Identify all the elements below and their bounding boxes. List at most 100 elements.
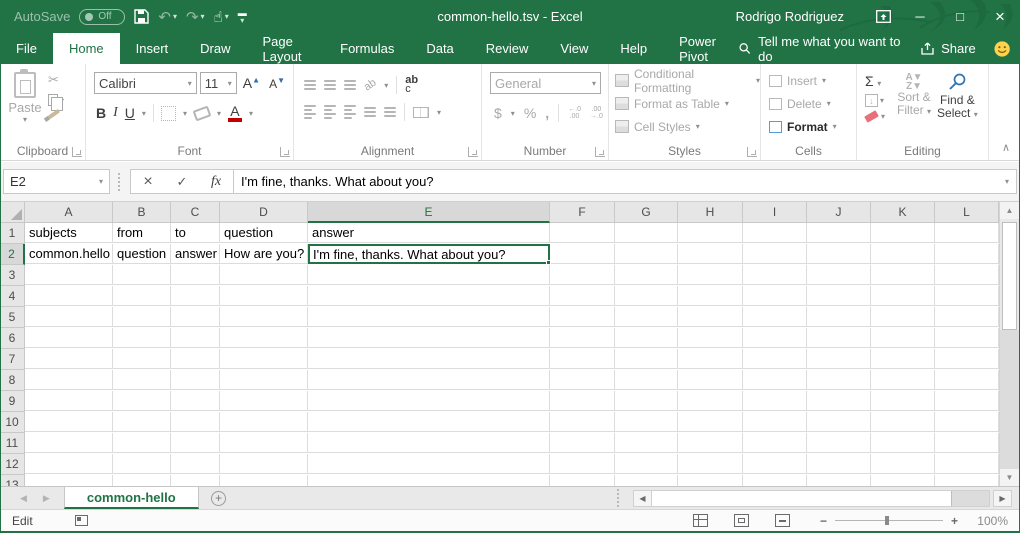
vertical-scroll-thumb[interactable] <box>1002 222 1017 330</box>
cell-E4[interactable] <box>308 286 550 306</box>
cell-L13[interactable] <box>935 475 999 486</box>
cell-H1[interactable] <box>678 223 743 243</box>
cell-H12[interactable] <box>678 454 743 474</box>
cell-F11[interactable] <box>550 433 615 453</box>
cell-K12[interactable] <box>871 454 935 474</box>
cell-F2[interactable] <box>550 244 615 264</box>
cell-L4[interactable] <box>935 286 999 306</box>
row-header-9[interactable]: 9 <box>0 391 25 412</box>
cell-L12[interactable] <box>935 454 999 474</box>
horizontal-scrollbar[interactable]: ◀ ▶ <box>633 487 1020 509</box>
fill-button[interactable]: ↓▾ <box>865 94 891 107</box>
column-header-K[interactable]: K <box>871 202 935 223</box>
cell-I12[interactable] <box>743 454 807 474</box>
clipboard-dialog-launcher[interactable] <box>72 147 82 157</box>
cell-I7[interactable] <box>743 349 807 369</box>
zoom-slider-thumb[interactable] <box>885 516 889 525</box>
cell-K13[interactable] <box>871 475 935 486</box>
format-as-table-button[interactable]: Format as Table▾ <box>615 92 760 115</box>
cell-L9[interactable] <box>935 391 999 411</box>
cell-E1[interactable]: answer <box>308 223 550 243</box>
decrease-decimal-button[interactable]: .00→.0 <box>590 106 603 120</box>
accounting-format-button[interactable]: $ <box>494 105 502 121</box>
tabstrip-splitter[interactable] <box>617 489 621 507</box>
underline-caret-icon[interactable]: ▾ <box>142 109 146 118</box>
cell-B6[interactable] <box>113 328 171 348</box>
cell-styles-button[interactable]: Cell Styles▾ <box>615 115 760 138</box>
tab-home[interactable]: Home <box>53 33 120 64</box>
cell-A10[interactable] <box>25 412 113 432</box>
page-break-view-icon[interactable] <box>775 514 790 527</box>
cell-F12[interactable] <box>550 454 615 474</box>
cell-L3[interactable] <box>935 265 999 285</box>
tab-data[interactable]: Data <box>410 33 469 64</box>
cell-D10[interactable] <box>220 412 308 432</box>
collapse-ribbon-button[interactable]: ∧ <box>1002 141 1010 154</box>
alignment-dialog-launcher[interactable] <box>468 147 478 157</box>
cell-G8[interactable] <box>615 370 678 390</box>
cell-E2[interactable]: I'm fine, thanks. What about you? <box>308 244 550 264</box>
hscroll-right-icon[interactable]: ▶ <box>993 490 1012 507</box>
row-header-12[interactable]: 12 <box>0 454 25 475</box>
sheet-tab-common-hello[interactable]: common-hello <box>64 487 199 509</box>
cell-G11[interactable] <box>615 433 678 453</box>
cell-C12[interactable] <box>171 454 220 474</box>
cell-F6[interactable] <box>550 328 615 348</box>
tab-page-layout[interactable]: Page Layout <box>247 33 325 64</box>
column-header-C[interactable]: C <box>171 202 220 223</box>
number-format-combo[interactable]: General▾ <box>490 72 601 94</box>
row-header-13[interactable]: 13 <box>0 475 25 486</box>
paste-button[interactable]: Paste ▾ <box>6 72 44 124</box>
cell-I9[interactable] <box>743 391 807 411</box>
autosum-button[interactable]: Σ ▾ <box>865 73 891 89</box>
cell-C5[interactable] <box>171 307 220 327</box>
bottom-align-button[interactable] <box>344 80 356 90</box>
cell-H8[interactable] <box>678 370 743 390</box>
cell-A8[interactable] <box>25 370 113 390</box>
cell-K9[interactable] <box>871 391 935 411</box>
column-header-B[interactable]: B <box>113 202 171 223</box>
cell-L1[interactable] <box>935 223 999 243</box>
font-color-caret-icon[interactable]: ▾ <box>249 109 253 118</box>
cell-A4[interactable] <box>25 286 113 306</box>
cell-G2[interactable] <box>615 244 678 264</box>
cell-A1[interactable]: subjects <box>25 223 113 243</box>
cell-F13[interactable] <box>550 475 615 486</box>
cell-H4[interactable] <box>678 286 743 306</box>
cell-E12[interactable] <box>308 454 550 474</box>
row-header-1[interactable]: 1 <box>0 223 25 244</box>
zoom-in-icon[interactable]: + <box>951 514 958 528</box>
styles-dialog-launcher[interactable] <box>747 147 757 157</box>
font-dialog-launcher[interactable] <box>280 147 290 157</box>
vertical-scroll-track[interactable] <box>1000 330 1019 469</box>
cell-C11[interactable] <box>171 433 220 453</box>
row-header-4[interactable]: 4 <box>0 286 25 307</box>
cell-D4[interactable] <box>220 286 308 306</box>
undo-button[interactable]: ↶▾ <box>158 8 177 26</box>
cell-J1[interactable] <box>807 223 871 243</box>
font-color-button[interactable]: A <box>228 105 242 122</box>
select-all-button[interactable] <box>0 202 25 223</box>
column-header-H[interactable]: H <box>678 202 743 223</box>
cell-B12[interactable] <box>113 454 171 474</box>
cell-G1[interactable] <box>615 223 678 243</box>
italic-button[interactable]: I <box>113 105 118 121</box>
cell-C10[interactable] <box>171 412 220 432</box>
cell-E6[interactable] <box>308 328 550 348</box>
insert-cells-button[interactable]: Insert▾ <box>769 69 856 92</box>
cell-I8[interactable] <box>743 370 807 390</box>
comma-style-button[interactable]: , <box>545 105 549 121</box>
column-header-G[interactable]: G <box>615 202 678 223</box>
cell-F4[interactable] <box>550 286 615 306</box>
cell-J8[interactable] <box>807 370 871 390</box>
cell-F1[interactable] <box>550 223 615 243</box>
cell-D3[interactable] <box>220 265 308 285</box>
cell-K2[interactable] <box>871 244 935 264</box>
cell-G5[interactable] <box>615 307 678 327</box>
cell-H3[interactable] <box>678 265 743 285</box>
delete-cells-button[interactable]: Delete▾ <box>769 92 856 115</box>
cell-A7[interactable] <box>25 349 113 369</box>
cell-D8[interactable] <box>220 370 308 390</box>
orientation-button[interactable]: ab <box>362 77 379 94</box>
cell-B1[interactable]: from <box>113 223 171 243</box>
